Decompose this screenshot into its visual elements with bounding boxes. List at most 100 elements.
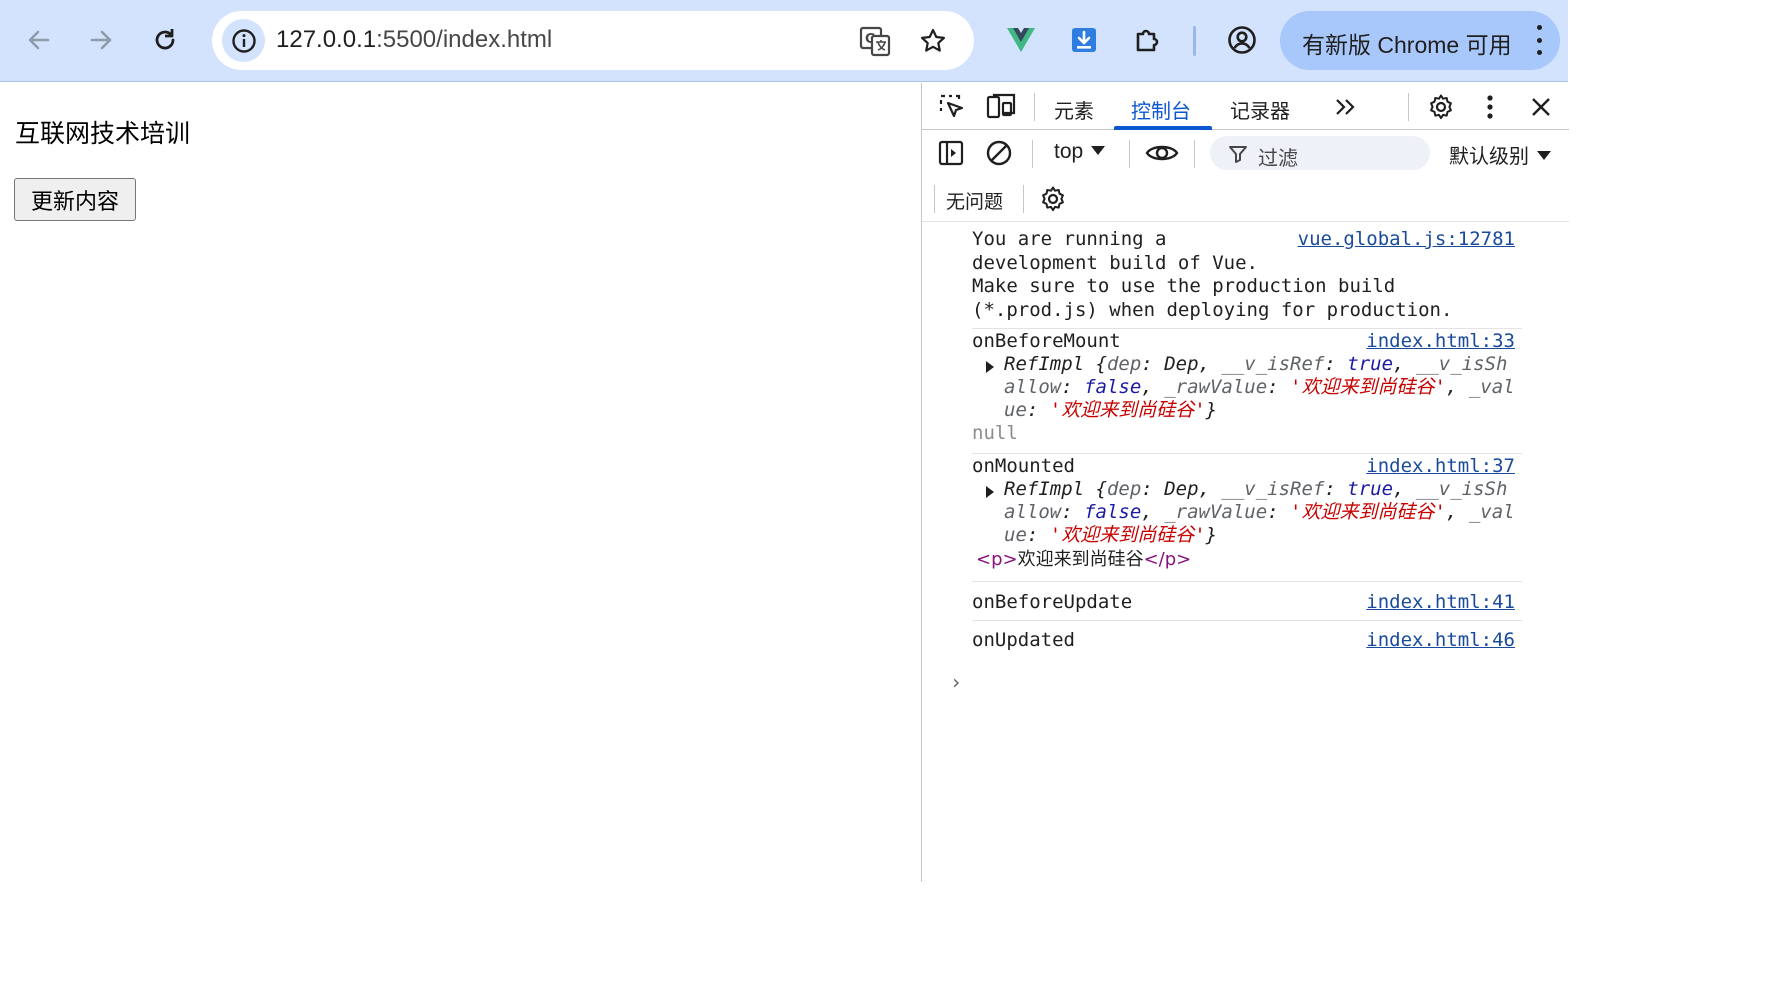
live-expression-button[interactable] bbox=[1144, 138, 1180, 168]
update-content-button[interactable]: 更新内容 bbox=[14, 178, 136, 221]
url-text[interactable]: 127.0.0.1:5500/index.html bbox=[276, 26, 552, 54]
info-icon bbox=[231, 28, 256, 53]
address-bar[interactable]: 127.0.0.1:5500/index.html G bbox=[212, 11, 974, 70]
page-viewport: 互联网技术培训 更新内容 bbox=[0, 83, 921, 882]
gear-icon bbox=[1430, 94, 1452, 120]
inspect-element-button[interactable] bbox=[936, 91, 968, 123]
console-settings-button[interactable] bbox=[1038, 184, 1068, 214]
close-devtools-button[interactable] bbox=[1525, 91, 1557, 123]
more-vert-icon[interactable] bbox=[1534, 25, 1544, 55]
console-prompt[interactable]: › bbox=[950, 670, 962, 695]
toolbar-divider bbox=[1193, 26, 1196, 56]
reload-icon bbox=[155, 29, 175, 50]
log-level-selector[interactable]: 默认级别 bbox=[1449, 140, 1551, 169]
back-button[interactable] bbox=[17, 18, 61, 62]
object-preview-line[interactable]: RefImpl {dep: Dep, __v_isRef: true, __v_… bbox=[1004, 353, 1522, 377]
devtools-panel: 元素 控制台 记录器 top 过滤 默认级别 无问题 You are runni… bbox=[921, 83, 1569, 882]
page-heading: 互联网技术培训 bbox=[15, 119, 191, 148]
settings-button[interactable] bbox=[1425, 91, 1457, 123]
device-icon bbox=[986, 93, 1016, 119]
dropdown-arrow-icon bbox=[1537, 151, 1551, 160]
customize-menu-button[interactable] bbox=[1478, 91, 1502, 123]
puzzle-icon bbox=[1136, 29, 1159, 52]
object-preview-line: ue: '欢迎来到尚硅谷'} bbox=[1004, 524, 1218, 546]
toolbar-divider bbox=[1194, 140, 1195, 168]
arrow-left-icon bbox=[28, 30, 50, 50]
chevron-double-right-icon bbox=[1336, 99, 1355, 115]
tab-recorder[interactable]: 记录器 bbox=[1230, 95, 1290, 124]
eye-icon bbox=[1145, 145, 1179, 161]
object-preview-line: ue: '欢迎来到尚硅谷'} bbox=[1004, 399, 1218, 421]
message-divider bbox=[972, 453, 1522, 454]
null-value: null bbox=[972, 422, 1018, 444]
source-link[interactable]: index.html:33 bbox=[1366, 330, 1515, 354]
reload-button[interactable] bbox=[143, 18, 187, 62]
translate-icon: G bbox=[859, 26, 891, 57]
account-icon bbox=[1228, 26, 1256, 54]
expand-triangle-icon[interactable] bbox=[986, 361, 994, 373]
source-link[interactable]: vue.global.js:12781 bbox=[1298, 228, 1515, 252]
bookmark-button[interactable] bbox=[915, 23, 951, 59]
dom-element-preview[interactable]: <p>欢迎来到尚硅谷</p> bbox=[976, 548, 1191, 572]
arrow-right-icon bbox=[90, 30, 112, 50]
console-text: Make sure to use the production build bbox=[972, 275, 1396, 297]
more-tabs-button[interactable] bbox=[1330, 93, 1360, 121]
select-element-icon bbox=[939, 94, 964, 118]
console-text: (*.prod.js) when deploying for productio… bbox=[972, 298, 1453, 321]
gear-icon bbox=[1042, 186, 1064, 212]
download-icon bbox=[1072, 28, 1096, 52]
console-text: development build of Vue. bbox=[972, 251, 1258, 274]
url-host: 127.0.0.1 bbox=[276, 26, 377, 53]
expand-triangle-icon[interactable] bbox=[986, 486, 994, 498]
filter-input[interactable]: 过滤 bbox=[1210, 136, 1430, 170]
tab-divider bbox=[1034, 93, 1035, 121]
block-icon bbox=[986, 140, 1012, 166]
tab-divider bbox=[1408, 93, 1409, 121]
filter-icon bbox=[1229, 146, 1247, 163]
message-divider bbox=[972, 581, 1522, 582]
filter-placeholder: 过滤 bbox=[1258, 146, 1298, 170]
download-extension[interactable] bbox=[1062, 18, 1106, 62]
extensions-button[interactable] bbox=[1126, 18, 1170, 62]
toolbar-divider bbox=[1032, 140, 1033, 168]
close-icon bbox=[1532, 98, 1550, 116]
site-info-button[interactable] bbox=[222, 19, 265, 62]
log-level-value: 默认级别 bbox=[1449, 144, 1529, 168]
sidebar-icon bbox=[938, 140, 964, 166]
more-vert-icon bbox=[1487, 95, 1493, 119]
star-icon bbox=[921, 28, 945, 52]
chrome-update-button[interactable]: 有新版 Chrome 可用 bbox=[1280, 11, 1560, 70]
update-label: 有新版 Chrome 可用 bbox=[1302, 32, 1512, 58]
profile-button[interactable] bbox=[1220, 18, 1264, 62]
source-link[interactable]: index.html:46 bbox=[1366, 629, 1515, 653]
toolbar-divider bbox=[934, 185, 935, 213]
tab-console[interactable]: 控制台 bbox=[1131, 95, 1191, 124]
vue-devtools-extension[interactable] bbox=[999, 18, 1043, 62]
toggle-sidebar-button[interactable] bbox=[936, 138, 966, 168]
device-toolbar-button[interactable] bbox=[985, 91, 1017, 123]
toolbar-divider bbox=[1129, 140, 1130, 168]
console-toolbar: top 过滤 默认级别 bbox=[922, 130, 1569, 176]
devtools-tab-bar: 元素 控制台 记录器 bbox=[922, 83, 1569, 130]
message-divider bbox=[972, 328, 1522, 329]
browser-toolbar: 127.0.0.1:5500/index.html G 有新版 Chrome 可… bbox=[0, 0, 1568, 82]
console-output: You are running a development build of V… bbox=[922, 223, 1569, 882]
context-value: top bbox=[1054, 140, 1084, 163]
forward-button[interactable] bbox=[79, 18, 123, 62]
object-preview-line: allow: false, _rawValue: '欢迎来到尚硅谷', _val bbox=[1004, 376, 1515, 398]
dropdown-arrow-icon bbox=[1091, 146, 1106, 155]
clear-console-button[interactable] bbox=[984, 138, 1014, 168]
object-preview-line: allow: false, _rawValue: '欢迎来到尚硅谷', _val bbox=[1004, 501, 1515, 523]
source-link[interactable]: index.html:41 bbox=[1366, 591, 1515, 615]
tab-elements[interactable]: 元素 bbox=[1054, 95, 1094, 124]
issues-bar: 无问题 bbox=[922, 176, 1569, 222]
source-link[interactable]: index.html:37 bbox=[1366, 455, 1515, 479]
vue-logo-icon bbox=[1007, 28, 1035, 52]
translate-button[interactable]: G bbox=[857, 23, 893, 59]
object-preview-line[interactable]: RefImpl {dep: Dep, __v_isRef: true, __v_… bbox=[1004, 478, 1522, 502]
url-path: :5500/index.html bbox=[376, 26, 553, 53]
toolbar-divider bbox=[1023, 185, 1024, 213]
issues-count[interactable]: 无问题 bbox=[946, 187, 1003, 214]
message-divider bbox=[972, 620, 1522, 621]
context-selector[interactable]: top bbox=[1054, 140, 1106, 164]
